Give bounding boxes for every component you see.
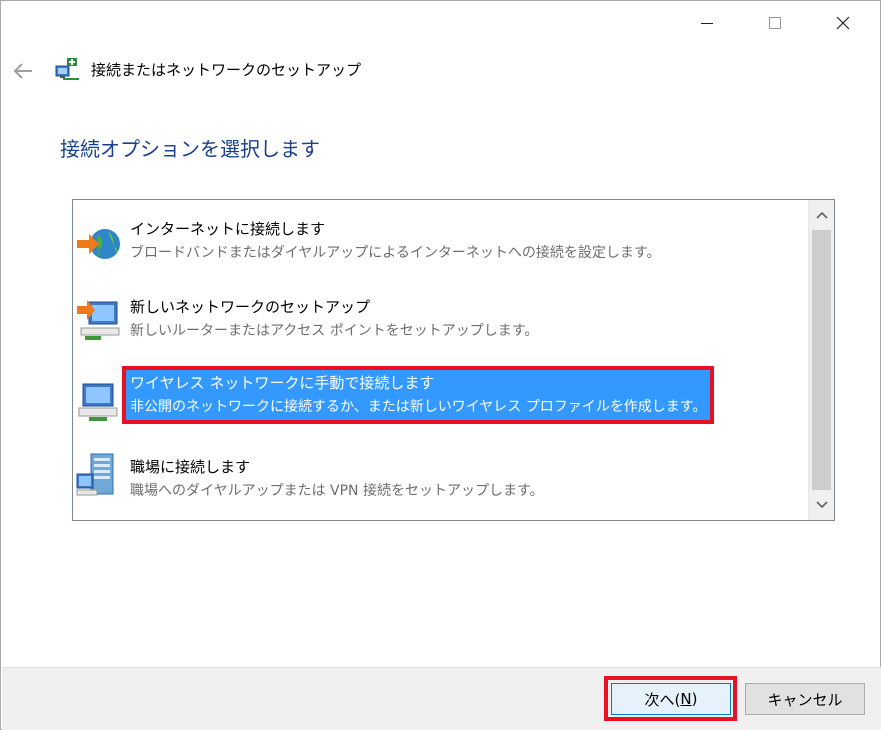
option-title: ワイヤレス ネットワークに手動で接続します bbox=[130, 374, 435, 392]
option-wireless-manual[interactable]: ワイヤレス ネットワークに手動で接続します 非公開のネットワークに接続するか、ま… bbox=[73, 366, 806, 440]
option-workplace[interactable]: 職場に接続します 職場へのダイヤルアップまたは VPN 接続をセットアップします… bbox=[73, 448, 806, 520]
cancel-button[interactable]: キャンセル bbox=[745, 683, 865, 715]
option-connect-internet[interactable]: インターネットに接続します ブロードバンドまたはダイヤルアップによるインターネッ… bbox=[73, 210, 806, 282]
next-button-label-close: ) bbox=[691, 690, 698, 708]
next-button-accesskey: N bbox=[680, 690, 692, 708]
option-title: 職場に接続します bbox=[130, 458, 251, 476]
option-description: ブロードバンドまたはダイヤルアップによるインターネットへの接続を設定します。 bbox=[130, 245, 661, 261]
workplace-icon bbox=[76, 453, 114, 496]
back-button[interactable] bbox=[9, 57, 37, 85]
back-arrow-icon bbox=[13, 63, 32, 79]
option-description: 新しいルーターまたはアクセス ポイントをセットアップします。 bbox=[130, 323, 539, 339]
option-description: 非公開のネットワークに接続するか、または新しいワイヤレス プロファイルを作成しま… bbox=[130, 399, 707, 415]
option-title: インターネットに接続します bbox=[130, 220, 326, 238]
option-text: インターネットに接続します ブロードバンドまたはダイヤルアップによるインターネッ… bbox=[126, 216, 664, 266]
connection-options-list[interactable]: インターネットに接続します ブロードバンドまたはダイヤルアップによるインターネッ… bbox=[72, 199, 835, 521]
close-icon bbox=[836, 16, 850, 30]
option-text: 職場に接続します 職場へのダイヤルアップまたは VPN 接続をセットアップします… bbox=[126, 454, 548, 504]
minimize-icon bbox=[701, 22, 713, 24]
minimize-button[interactable] bbox=[684, 1, 730, 45]
close-button[interactable] bbox=[820, 1, 866, 45]
wireless-network-icon bbox=[78, 383, 118, 421]
maximize-button[interactable] bbox=[752, 1, 798, 45]
scroll-down-button[interactable] bbox=[809, 492, 834, 518]
chevron-down-icon bbox=[815, 501, 828, 509]
chevron-up-icon bbox=[815, 211, 828, 219]
network-setup-icon bbox=[77, 300, 120, 340]
scroll-thumb[interactable] bbox=[812, 230, 831, 490]
next-button[interactable]: 次へ(N) bbox=[611, 683, 731, 715]
option-description: 職場へのダイヤルアップまたは VPN 接続をセットアップします。 bbox=[130, 483, 544, 499]
maximize-icon bbox=[769, 17, 781, 29]
list-scrollbar[interactable] bbox=[808, 200, 834, 520]
window-title: 接続またはネットワークのセットアップ bbox=[91, 61, 362, 79]
wizard-window: 接続またはネットワークのセットアップ 接続オプションを選択します インターネット… bbox=[0, 0, 881, 730]
page-heading: 接続オプションを選択します bbox=[60, 137, 320, 161]
next-button-label: 次へ( bbox=[644, 690, 681, 709]
option-text: 新しいネットワークのセットアップ 新しいルーターまたはアクセス ポイントをセット… bbox=[126, 294, 542, 344]
option-text: ワイヤレス ネットワークに手動で接続します 非公開のネットワークに接続するか、ま… bbox=[121, 366, 715, 424]
network-wizard-icon bbox=[55, 58, 79, 80]
globe-connect-icon bbox=[77, 229, 120, 259]
option-new-network[interactable]: 新しいネットワークのセットアップ 新しいルーターまたはアクセス ポイントをセット… bbox=[73, 288, 806, 360]
scroll-up-button[interactable] bbox=[809, 202, 834, 228]
option-title: 新しいネットワークのセットアップ bbox=[130, 298, 371, 316]
